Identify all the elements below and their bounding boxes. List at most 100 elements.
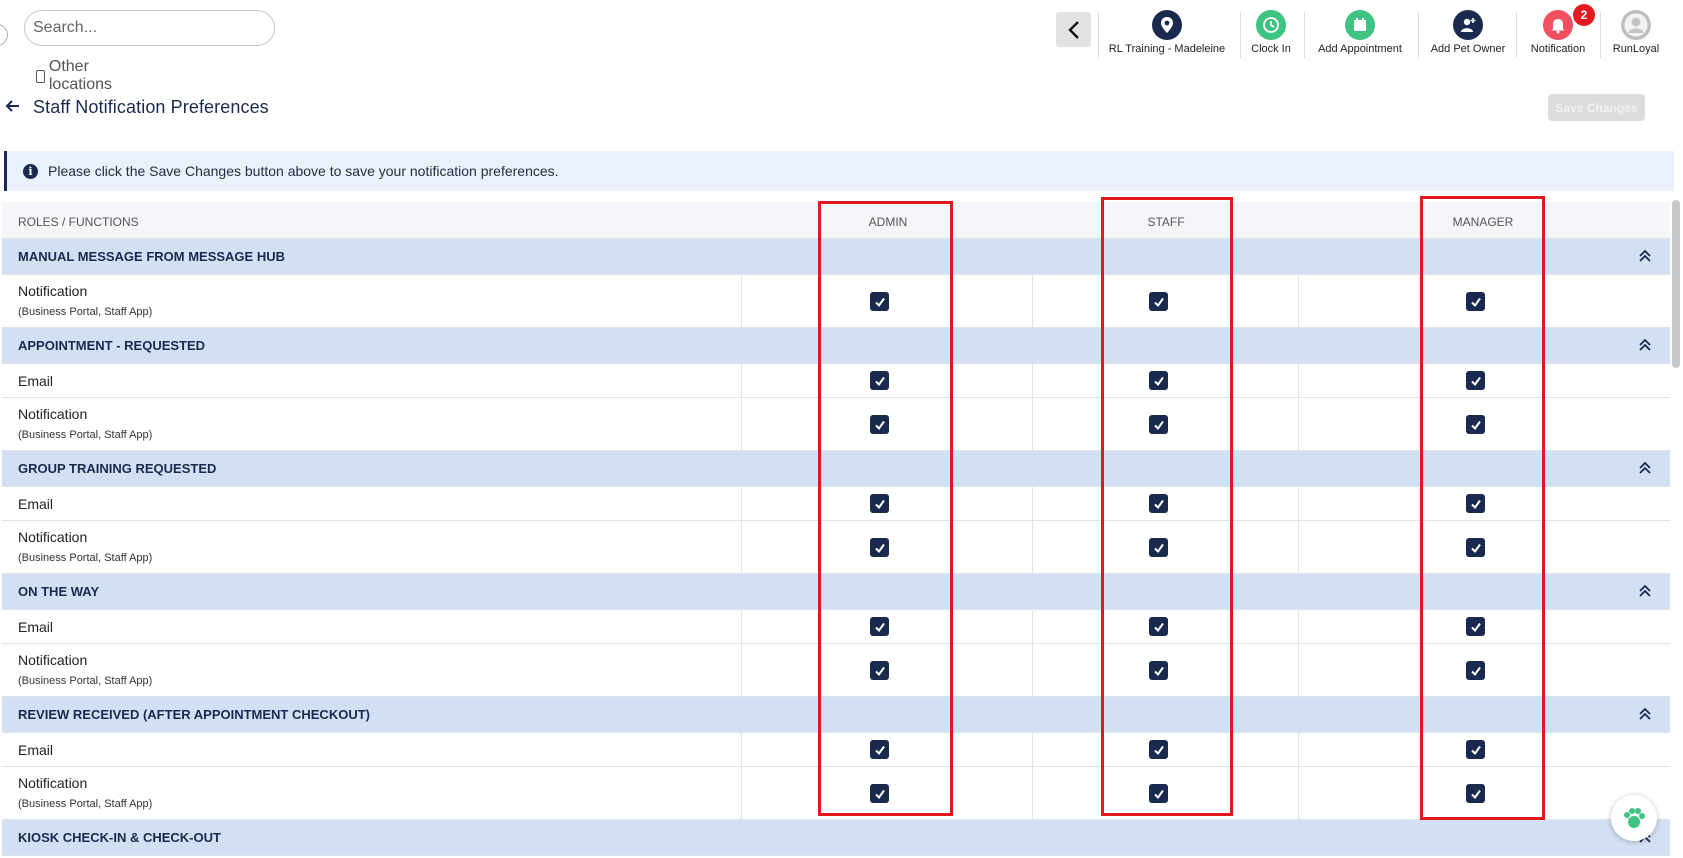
checkmark-icon bbox=[874, 420, 885, 430]
admin-checkbox[interactable] bbox=[870, 494, 889, 513]
collapse-chevron-icon[interactable] bbox=[1638, 461, 1652, 475]
admin-checkbox[interactable] bbox=[870, 740, 889, 759]
manager-checkbox[interactable] bbox=[1466, 784, 1485, 803]
collapse-chevron-icon[interactable] bbox=[1638, 707, 1652, 721]
column-divider bbox=[741, 733, 742, 766]
staff-checkbox[interactable] bbox=[1149, 661, 1168, 680]
table-row: Email bbox=[2, 487, 1670, 521]
admin-checkbox[interactable] bbox=[870, 784, 889, 803]
nav-add-pet-owner[interactable]: Add Pet Owner bbox=[1422, 10, 1514, 58]
staff-checkbox[interactable] bbox=[1149, 494, 1168, 513]
checkmark-icon bbox=[1153, 543, 1164, 553]
staff-checkbox[interactable] bbox=[1149, 740, 1168, 759]
row-label: Email bbox=[18, 373, 54, 389]
column-divider bbox=[1298, 275, 1299, 327]
other-locations-toggle[interactable]: Other locations bbox=[36, 58, 116, 94]
staff-checkbox[interactable] bbox=[1149, 617, 1168, 636]
staff-checkbox[interactable] bbox=[1149, 371, 1168, 390]
nav-clock-in[interactable]: Clock In bbox=[1244, 10, 1298, 58]
header-admin: ADMIN bbox=[868, 215, 908, 229]
row-sublabel: (Business Portal, Staff App) bbox=[18, 552, 153, 564]
manager-checkbox[interactable] bbox=[1466, 617, 1485, 636]
staff-checkbox[interactable] bbox=[1149, 784, 1168, 803]
vertical-scrollbar[interactable] bbox=[1672, 200, 1680, 368]
admin-checkbox[interactable] bbox=[870, 371, 889, 390]
info-message: Please click the Save Changes button abo… bbox=[48, 163, 559, 179]
column-divider bbox=[741, 487, 742, 520]
nav-location-label: RL Training - Madeleine bbox=[1108, 43, 1226, 55]
checkmark-icon bbox=[1153, 622, 1164, 632]
collapse-chevron-icon[interactable] bbox=[1638, 338, 1652, 352]
checkmark-icon bbox=[1153, 745, 1164, 755]
manager-checkbox[interactable] bbox=[1466, 538, 1485, 557]
paw-icon bbox=[1624, 808, 1645, 828]
row-label: Notification bbox=[18, 529, 88, 545]
nav-add-pet-owner-label: Add Pet Owner bbox=[1430, 43, 1506, 55]
save-changes-button[interactable]: Save Changes bbox=[1548, 94, 1645, 121]
staff-checkbox[interactable] bbox=[1149, 538, 1168, 557]
header-roles-functions: ROLES / FUNCTIONS bbox=[18, 215, 139, 229]
manager-checkbox[interactable] bbox=[1466, 292, 1485, 311]
nav-add-appointment[interactable]: Add Appointment bbox=[1308, 10, 1412, 58]
clock-icon bbox=[1256, 10, 1286, 40]
menu-toggle-icon[interactable] bbox=[0, 24, 8, 46]
section-title: REVIEW RECEIVED (AFTER APPOINTMENT CHECK… bbox=[18, 707, 370, 722]
checkmark-icon bbox=[874, 376, 885, 386]
checkmark-icon bbox=[1470, 376, 1481, 386]
table-row: Email bbox=[2, 733, 1670, 767]
chevron-left-icon bbox=[1067, 20, 1079, 39]
nav-divider bbox=[1304, 12, 1305, 58]
nav-notification[interactable]: 2 Notification bbox=[1522, 4, 1595, 58]
add-user-icon bbox=[1453, 10, 1483, 40]
other-locations-checkbox[interactable] bbox=[36, 69, 45, 83]
manager-checkbox[interactable] bbox=[1466, 740, 1485, 759]
checkmark-icon bbox=[1153, 499, 1164, 509]
checkmark-icon bbox=[1470, 543, 1481, 553]
top-bar: Other locations RL Training - Madeleine … bbox=[0, 0, 1683, 93]
column-divider bbox=[1032, 521, 1033, 573]
nav-clock-in-label: Clock In bbox=[1251, 43, 1291, 55]
admin-checkbox[interactable] bbox=[870, 292, 889, 311]
staff-checkbox[interactable] bbox=[1149, 292, 1168, 311]
admin-checkbox[interactable] bbox=[870, 617, 889, 636]
staff-checkbox[interactable] bbox=[1149, 415, 1168, 434]
checkmark-icon bbox=[874, 789, 885, 799]
column-divider bbox=[1298, 610, 1299, 643]
header-manager: MANAGER bbox=[1452, 215, 1514, 229]
checkmark-icon bbox=[1470, 420, 1481, 430]
manager-checkbox[interactable] bbox=[1466, 661, 1485, 680]
back-arrow-icon[interactable] bbox=[5, 98, 21, 119]
nav-divider bbox=[1240, 12, 1241, 58]
nav-user-profile[interactable]: RunLoyal bbox=[1606, 10, 1666, 58]
admin-checkbox[interactable] bbox=[870, 415, 889, 434]
preferences-table: ROLES / FUNCTIONS ADMIN STAFF MANAGER MA… bbox=[2, 202, 1670, 856]
section-header: KIOSK CHECK-IN & CHECK-OUT bbox=[2, 820, 1670, 856]
column-divider bbox=[741, 644, 742, 696]
table-row: Email bbox=[2, 364, 1670, 398]
admin-checkbox[interactable] bbox=[870, 661, 889, 680]
manager-checkbox[interactable] bbox=[1466, 415, 1485, 434]
column-divider bbox=[1032, 610, 1033, 643]
collapse-chevron-icon[interactable] bbox=[1638, 584, 1652, 598]
row-sublabel: (Business Portal, Staff App) bbox=[18, 306, 153, 318]
column-divider bbox=[1032, 398, 1033, 450]
search-input[interactable] bbox=[24, 10, 275, 46]
collapse-toolbar-button[interactable] bbox=[1056, 12, 1091, 47]
section-header: ON THE WAY bbox=[2, 574, 1670, 610]
collapse-chevron-icon[interactable] bbox=[1638, 249, 1652, 263]
nav-location[interactable]: RL Training - Madeleine bbox=[1104, 10, 1230, 58]
paw-help-button[interactable] bbox=[1611, 795, 1657, 841]
admin-checkbox[interactable] bbox=[870, 538, 889, 557]
other-locations-label: Other locations bbox=[48, 58, 113, 93]
column-divider bbox=[741, 398, 742, 450]
nav-divider bbox=[1516, 12, 1517, 58]
row-sublabel: (Business Portal, Staff App) bbox=[18, 429, 153, 441]
checkmark-icon bbox=[1153, 376, 1164, 386]
section-title: MANUAL MESSAGE FROM MESSAGE HUB bbox=[18, 249, 285, 264]
column-divider bbox=[1298, 487, 1299, 520]
section-title: ON THE WAY bbox=[18, 584, 100, 599]
checkmark-icon bbox=[874, 543, 885, 553]
bell-icon: 2 bbox=[1543, 4, 1595, 40]
manager-checkbox[interactable] bbox=[1466, 371, 1485, 390]
manager-checkbox[interactable] bbox=[1466, 494, 1485, 513]
